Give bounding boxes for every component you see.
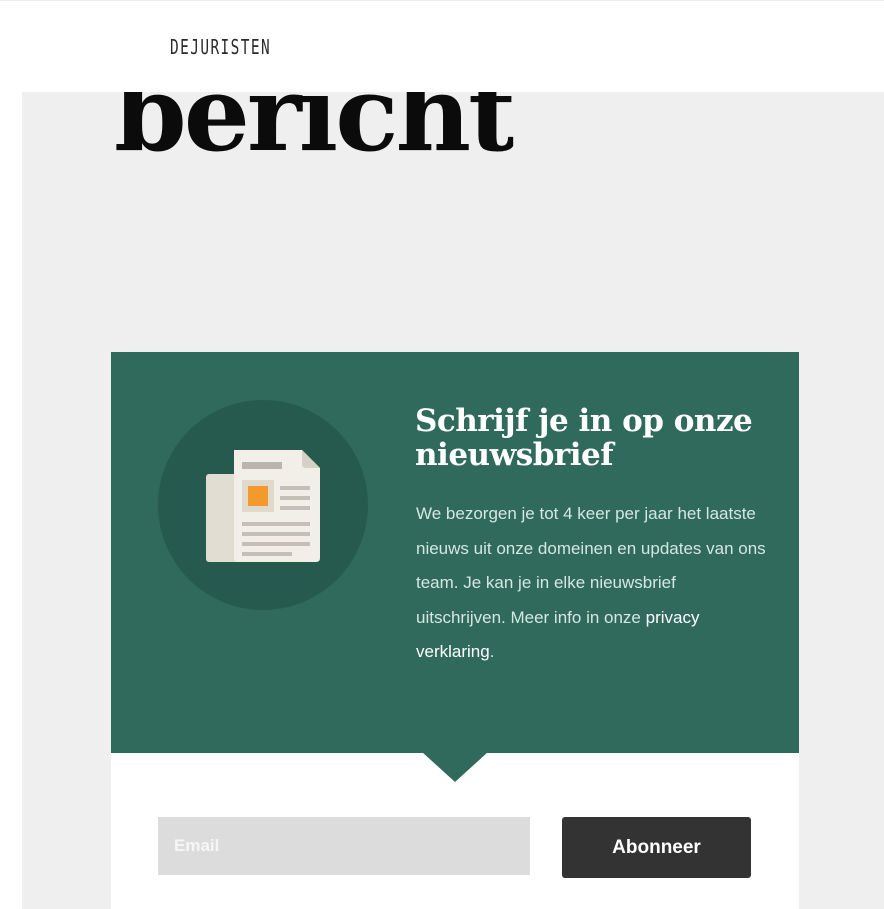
site-logo[interactable]: DEJURISTEN bbox=[170, 35, 271, 59]
page: DEJURISTEN bericht Schrijf je in op onze… bbox=[0, 0, 884, 909]
privacy-link-suffix: . bbox=[489, 642, 495, 661]
newsletter-description-text: We bezorgen je tot 4 keer per jaar het l… bbox=[416, 504, 766, 627]
newspaper-icon-graphic bbox=[206, 450, 320, 562]
email-input[interactable] bbox=[158, 817, 530, 875]
speech-pointer bbox=[422, 752, 488, 782]
newsletter-signup: Schrijf je in op onze nieuwsbrief We bez… bbox=[111, 352, 799, 909]
newsletter-panel: Schrijf je in op onze nieuwsbrief We bez… bbox=[111, 352, 799, 753]
newsletter-description: We bezorgen je tot 4 keer per jaar het l… bbox=[416, 497, 766, 670]
newspaper-icon bbox=[158, 400, 368, 610]
newsletter-title: Schrijf je in op onze nieuwsbrief bbox=[415, 403, 753, 473]
subscribe-button[interactable]: Abonneer bbox=[562, 817, 751, 878]
site-header: DEJURISTEN bbox=[0, 0, 884, 93]
